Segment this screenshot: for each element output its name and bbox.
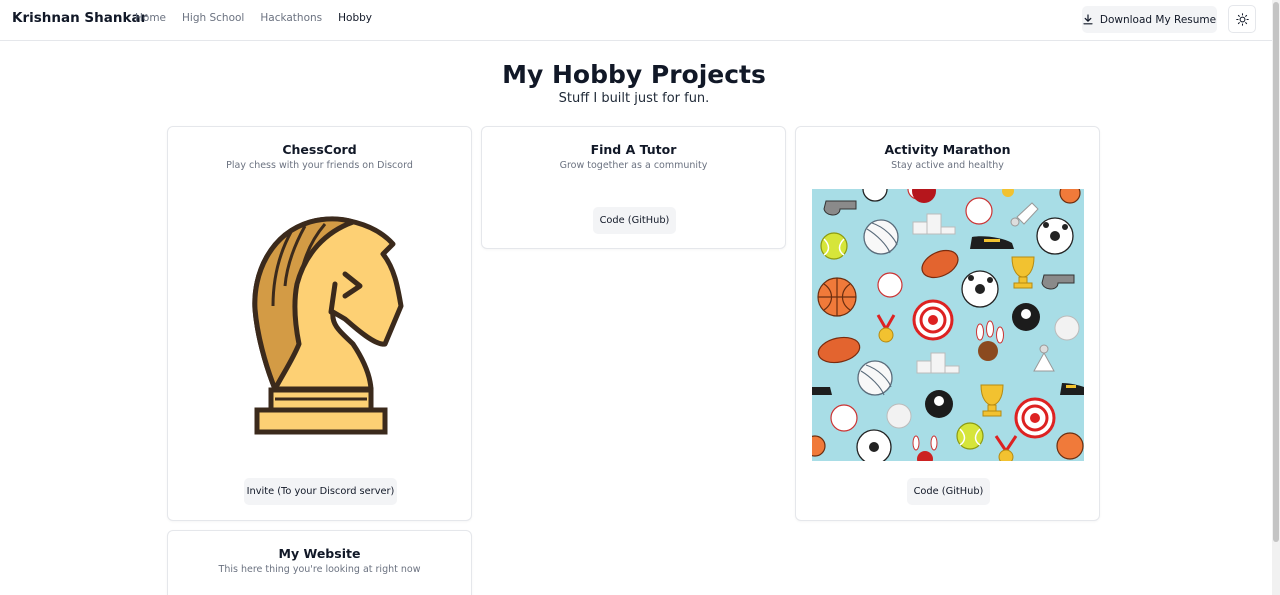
project-card-my-website: My Website This here thing you're lookin… [167, 530, 472, 595]
download-icon [1083, 14, 1093, 25]
project-description: This here thing you're looking at right … [218, 564, 421, 575]
invite-discord-button[interactable]: Invite (To your Discord server) [244, 478, 397, 505]
nav-link-home[interactable]: Home [135, 12, 166, 24]
page-subtitle: Stuff I built just for fun. [558, 91, 710, 106]
page-title: My Hobby Projects [502, 60, 766, 89]
project-title: Activity Marathon [884, 142, 1011, 157]
project-description: Stay active and healthy [891, 160, 1004, 171]
site-brand[interactable]: Krishnan Shankar [12, 10, 147, 26]
github-code-button[interactable]: Code (GitHub) [593, 207, 676, 234]
page-scrollbar[interactable] [1272, 0, 1280, 595]
sports-equipment-pattern-image [812, 189, 1084, 461]
download-resume-label: Download My Resume [1099, 13, 1217, 26]
nav-link-hobby[interactable]: Hobby [338, 12, 372, 24]
nav-link-high-school[interactable]: High School [182, 12, 244, 24]
sun-icon [1235, 12, 1249, 26]
project-title: ChessCord [282, 142, 357, 157]
scrollbar-thumb[interactable] [1273, 2, 1279, 542]
project-description: Grow together as a community [559, 160, 708, 171]
project-title: My Website [278, 546, 361, 561]
project-card-activity-marathon: Activity Marathon Stay active and health… [795, 126, 1100, 521]
project-title: Find A Tutor [590, 142, 677, 157]
download-resume-button[interactable]: Download My Resume [1082, 6, 1217, 33]
main-nav: Home High School Hackathons Hobby [135, 12, 388, 24]
nav-link-hackathons[interactable]: Hackathons [260, 12, 322, 24]
chess-knight-image [252, 216, 404, 435]
theme-toggle-button[interactable] [1228, 5, 1256, 33]
project-card-find-a-tutor: Find A Tutor Grow together as a communit… [481, 126, 786, 249]
project-card-chesscord: ChessCord Play chess with your friends o… [167, 126, 472, 521]
project-description: Play chess with your friends on Discord [226, 160, 413, 171]
github-code-button[interactable]: Code (GitHub) [907, 478, 990, 505]
top-navbar: Krishnan Shankar Home High School Hackat… [0, 0, 1272, 41]
